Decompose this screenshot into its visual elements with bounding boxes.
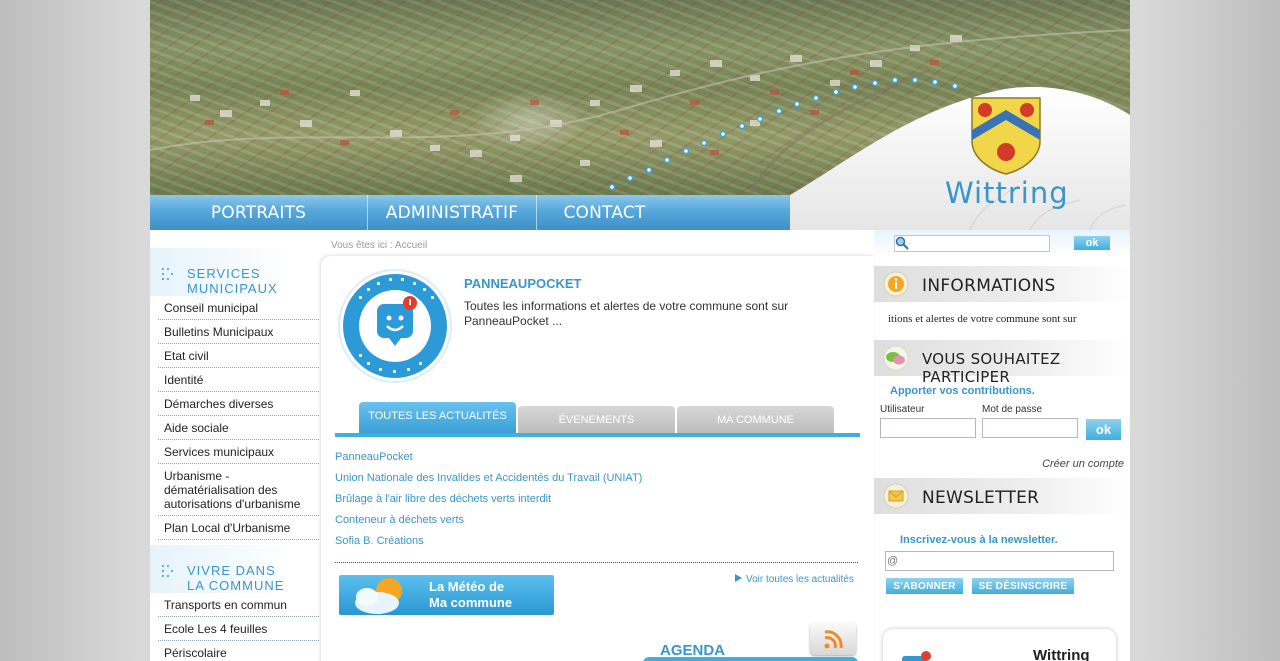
menu-item-ecole[interactable]: Ecole Les 4 feuilles [158, 617, 319, 641]
newsletter-title: NEWSLETTER [922, 488, 1040, 508]
password-input[interactable] [982, 418, 1078, 438]
menu-item-etat-civil[interactable]: Etat civil [158, 344, 319, 368]
menu-item-urbanisme[interactable]: Urbanisme - dématérialisation des autori… [158, 464, 319, 516]
rss-button[interactable] [810, 623, 856, 655]
dots-icon [162, 565, 173, 577]
meteo-label: La Météo de Ma commune [429, 579, 513, 610]
username-input[interactable] [880, 418, 976, 438]
menu-services-municipaux: Conseil municipal Bulletins Municipaux E… [150, 296, 319, 540]
search-bar: ok [874, 230, 1130, 256]
password-label: Mot de passe [982, 404, 1043, 415]
login-button[interactable]: ok [1086, 419, 1121, 440]
news-tabs: TOUTES LES ACTUALITÉS ÉVENEMENTS MA COMM… [335, 402, 860, 438]
menu-vivre-dans-la-commune: Transports en commun Ecole Les 4 feuille… [150, 593, 319, 661]
agenda-bar [643, 657, 858, 661]
search-button[interactable]: ok [1074, 236, 1110, 250]
menu-item-bulletins[interactable]: Bulletins Municipaux [158, 320, 319, 344]
informations-header: INFORMATIONS [874, 266, 1130, 302]
all-news-label: Voir toutes les actualités [746, 574, 854, 585]
coat-of-arms [971, 97, 1041, 175]
menu-item-identite[interactable]: Identité [158, 368, 319, 392]
envelope-icon [883, 483, 909, 509]
panneaupocket-logo[interactable] [337, 268, 453, 384]
tabs-underline [335, 433, 860, 437]
main-nav: PORTRAITS ADMINISTRATIF CONTACT [150, 195, 790, 230]
newsletter-header: NEWSLETTER [874, 478, 1130, 514]
nav-administratif[interactable]: ADMINISTRATIF [368, 195, 537, 230]
sun-cloud-icon [355, 578, 402, 614]
app-card[interactable]: Wittring [883, 629, 1116, 661]
tab-evenements[interactable]: ÉVENEMENTS [518, 406, 675, 433]
create-account-link[interactable]: Créer un compte [1042, 458, 1124, 470]
nav-portraits[interactable]: PORTRAITS [150, 195, 368, 230]
unsubscribe-button[interactable]: SE DÉSINSCRIRE [972, 578, 1074, 594]
right-sidebar: INFORMATIONS itions et alertes de votre … [874, 262, 1130, 661]
main-content: PANNEAUPOCKET Toutes les informations et… [321, 256, 874, 661]
news-item[interactable]: Brûlage à l'air libre des déchets verts … [335, 493, 642, 514]
subscribe-button[interactable]: S'ABONNER [886, 578, 963, 594]
town-name: Wittring [945, 176, 1069, 210]
tab-ma-commune[interactable]: MA COMMUNE [677, 406, 834, 433]
informations-title: INFORMATIONS [922, 276, 1056, 296]
newsletter-text: Inscrivez-vous à la newsletter. [900, 534, 1058, 546]
triangle-right-icon [735, 574, 742, 582]
app-card-name: Wittring [1033, 647, 1090, 661]
participer-title: VOUS SOUHAITEZ PARTICIPER [922, 350, 1061, 386]
username-label: Utilisateur [880, 404, 925, 415]
search-input[interactable] [894, 235, 1050, 252]
participer-text: Apporter vos contributions. [890, 385, 1035, 397]
dots-icon [162, 268, 173, 280]
news-item[interactable]: PanneauPocket [335, 451, 642, 472]
rss-icon [824, 630, 843, 649]
menu-item-demarches[interactable]: Démarches diverses [158, 392, 319, 416]
newsletter-email-input[interactable] [885, 551, 1114, 571]
section-vivre-dans-la-commune: VIVRE DANS LA COMMUNE [150, 545, 318, 593]
news-item[interactable]: Union Nationale des Invalides et Acciden… [335, 472, 642, 493]
menu-item-services-municipaux[interactable]: Services municipaux [158, 440, 319, 464]
menu-item-plu[interactable]: Plan Local d'Urbanisme [158, 516, 319, 540]
page: Wittring PORTRAITS ADMINISTRATIF CONTACT… [150, 0, 1130, 661]
section-title: SERVICES MUNICIPAUX [187, 266, 278, 296]
menu-item-conseil-municipal[interactable]: Conseil municipal [158, 296, 319, 320]
menu-item-periscolaire[interactable]: Périscolaire [158, 641, 319, 661]
participer-header: VOUS SOUHAITEZ PARTICIPER [874, 340, 1130, 386]
all-news-link[interactable]: Voir toutes les actualités [735, 574, 854, 585]
news-item[interactable]: Conteneur à déchets verts [335, 514, 642, 535]
menu-item-aide-sociale[interactable]: Aide sociale [158, 416, 319, 440]
informations-marquee[interactable]: itions et alertes de votre commune sont … [888, 313, 1118, 329]
breadcrumb: Vous êtes ici : Accueil [331, 240, 428, 251]
divider [335, 562, 858, 563]
section-services-municipaux: SERVICES MUNICIPAUX [150, 248, 318, 296]
search-icon [895, 236, 909, 250]
section-title: VIVRE DANS LA COMMUNE [187, 563, 285, 593]
chat-icon [883, 345, 909, 371]
menu-item-transports[interactable]: Transports en commun [158, 593, 319, 617]
info-icon [883, 271, 909, 297]
meteo-banner[interactable]: La Météo de Ma commune [339, 575, 554, 615]
news-list: PanneauPocket Union Nationale des Invali… [335, 451, 642, 556]
app-icon [902, 651, 931, 661]
panneaupocket-text: Toutes les informations et alertes de vo… [464, 299, 789, 328]
left-sidebar: SERVICES MUNICIPAUX Conseil municipal Bu… [150, 240, 319, 661]
tab-toutes-les-actualites[interactable]: TOUTES LES ACTUALITÉS [359, 402, 516, 433]
nav-contact[interactable]: CONTACT [537, 195, 672, 230]
panneaupocket-title[interactable]: PANNEAUPOCKET [464, 276, 582, 291]
news-item[interactable]: Sofia B. Créations [335, 535, 642, 556]
header: Wittring PORTRAITS ADMINISTRATIF CONTACT [150, 0, 1130, 230]
